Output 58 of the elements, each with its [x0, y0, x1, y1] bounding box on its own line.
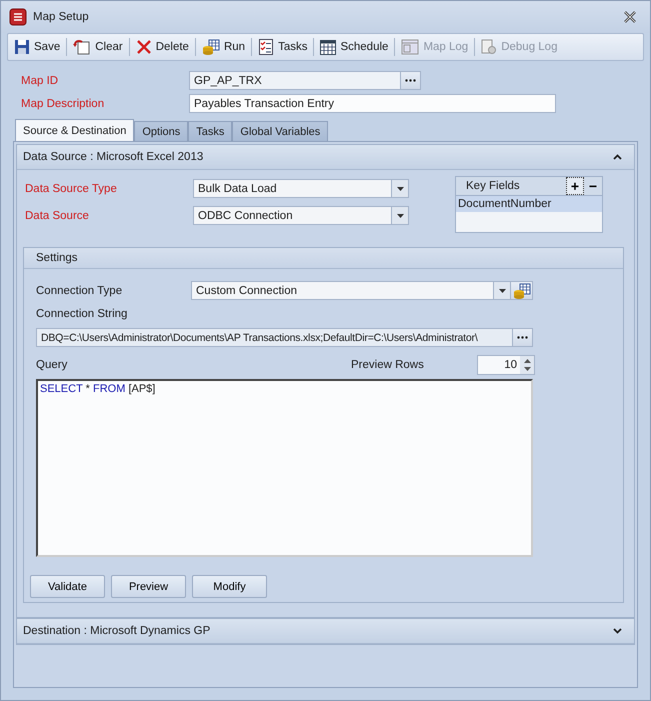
field-label: Preview Rows	[351, 359, 425, 371]
add-button[interactable]: +	[566, 177, 584, 195]
field-label: Connection Type	[36, 284, 124, 296]
window-icon	[401, 39, 420, 55]
panel-header[interactable]: Destination : Microsoft Dynamics GP	[17, 619, 634, 644]
tab[interactable]: Tasks	[188, 121, 232, 141]
calendar-icon	[320, 39, 336, 55]
field-label: Data Source	[24, 210, 90, 222]
toolbar-button[interactable]: Tasks	[256, 38, 310, 56]
tab[interactable]: Options	[134, 121, 188, 141]
tab[interactable]: Source & Destination	[15, 119, 134, 141]
dropdown-arrow-icon	[396, 214, 404, 218]
field-label: Connection String	[36, 308, 128, 320]
data-source-type-dropdown[interactable]: Bulk Data Load	[193, 179, 409, 198]
field-label: Query	[36, 359, 68, 371]
preview-rows-spinner[interactable]: 10	[477, 355, 535, 375]
list-item[interactable]: DocumentNumber	[456, 196, 602, 212]
action-button[interactable]: Validate	[30, 575, 105, 598]
ellipsis-button[interactable]	[513, 328, 533, 347]
toolbar-button[interactable]: Schedule	[318, 38, 390, 56]
field-label: Data Source Type	[24, 182, 118, 194]
ellipsis-icon	[517, 336, 528, 339]
tab[interactable]: Global Variables	[232, 121, 328, 141]
panel-title: Settings	[36, 252, 78, 264]
toolbar-button[interactable]: Clear	[71, 38, 125, 56]
app-icon	[9, 8, 27, 26]
dropdown-arrow-icon	[396, 186, 404, 190]
panel-header[interactable]: Data Source : Microsoft Excel 2013	[17, 145, 634, 170]
remove-button[interactable]: −	[584, 177, 602, 195]
field-label: Map Description	[20, 98, 106, 110]
panel-title: Destination : Microsoft Dynamics GP	[23, 625, 210, 637]
database-button[interactable]	[511, 281, 533, 300]
data-source-dropdown[interactable]: ODBC Connection	[193, 206, 409, 225]
dropdown-arrow-icon	[498, 288, 506, 292]
database-grid-icon	[512, 282, 530, 298]
list-title: Key Fields	[466, 180, 521, 192]
ellipsis-icon	[405, 79, 416, 82]
map-id-field[interactable]: GP_AP_TRX	[189, 71, 401, 90]
spinner-arrows-icon	[524, 358, 530, 372]
map-description-field[interactable]: Payables Transaction Entry	[189, 94, 556, 113]
toolbar-button[interactable]: Save	[12, 38, 62, 56]
toolbar-button[interactable]: Delete	[134, 38, 191, 56]
connection-string-field[interactable]: DBQ=C:\Users\Administrator\Documents\AP Transactions.xlsx;DefaultDir=C:\Users\Administrator\	[36, 328, 513, 347]
toolbar-button[interactable]: Run	[200, 38, 248, 56]
query-editor[interactable]: SELECT * FROM [AP$]	[36, 379, 533, 557]
checklist-icon	[258, 39, 274, 55]
delete-icon	[136, 39, 152, 55]
window-title: Map Setup	[33, 11, 90, 23]
close-icon[interactable]	[624, 11, 636, 23]
panel-title: Data Source : Microsoft Excel 2013	[23, 151, 204, 163]
action-button[interactable]: Preview	[111, 575, 186, 598]
action-button[interactable]: Modify	[192, 575, 267, 598]
query-text: SELECT * FROM [AP$]	[40, 383, 156, 395]
field-label: Map ID	[20, 74, 60, 86]
document-arrow-icon	[73, 39, 92, 55]
ellipsis-button[interactable]	[401, 71, 421, 90]
connection-type-dropdown[interactable]: Custom Connection	[191, 281, 511, 300]
database-grid-icon	[202, 39, 220, 55]
